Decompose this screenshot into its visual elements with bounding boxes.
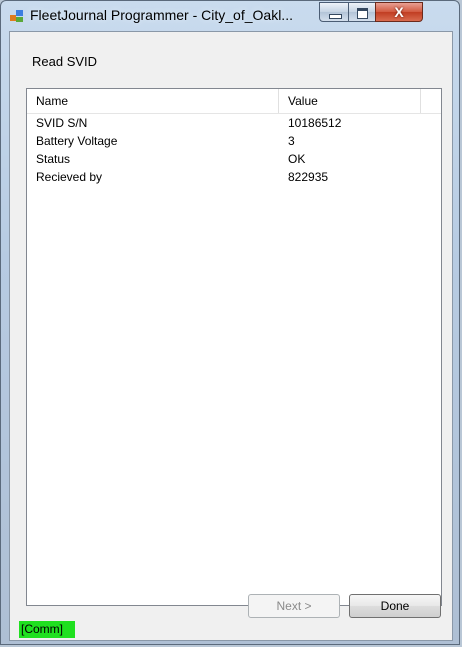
maximize-button[interactable] xyxy=(348,2,376,22)
next-button[interactable]: Next > xyxy=(248,594,340,618)
list-row[interactable]: Battery Voltage 3 xyxy=(27,132,441,150)
row-value: 3 xyxy=(288,134,295,148)
minimize-button[interactable] xyxy=(319,2,349,22)
done-button[interactable]: Done xyxy=(349,594,441,618)
close-icon: X xyxy=(394,4,404,20)
row-value: 822935 xyxy=(288,170,329,184)
svid-list-view[interactable]: Name Value SVID S/N 10186512 Battery Vol… xyxy=(26,88,442,606)
app-icon xyxy=(10,10,23,22)
row-value: OK xyxy=(288,152,306,166)
column-header-value[interactable]: Value xyxy=(279,89,421,113)
minimize-icon xyxy=(329,14,342,19)
column-header-name[interactable]: Name xyxy=(27,89,279,113)
close-button[interactable]: X xyxy=(375,2,423,22)
maximize-icon xyxy=(357,8,368,19)
list-row[interactable]: Recieved by 822935 xyxy=(27,168,441,186)
row-name: Status xyxy=(36,152,71,166)
list-header: Name Value xyxy=(27,89,441,114)
row-value: 10186512 xyxy=(288,116,342,130)
column-header-filler xyxy=(421,89,441,113)
list-row[interactable]: SVID S/N 10186512 xyxy=(27,114,441,132)
comm-status-indicator: [Comm] xyxy=(19,621,75,638)
application-window: FleetJournal Programmer - City_of_Oakl..… xyxy=(0,0,460,645)
page-title: Read SVID xyxy=(32,54,98,69)
list-row[interactable]: Status OK xyxy=(27,150,441,168)
title-bar[interactable]: FleetJournal Programmer - City_of_Oakl..… xyxy=(1,1,459,31)
dialog-client-area: Read SVID Name Value SVID S/N 10186512 B… xyxy=(9,31,453,641)
caption-buttons: X xyxy=(319,2,455,24)
row-name: Battery Voltage xyxy=(36,134,118,148)
window-title: FleetJournal Programmer - City_of_Oakl..… xyxy=(30,7,293,23)
list-rows: SVID S/N 10186512 Battery Voltage 3 Stat… xyxy=(27,114,441,186)
row-name: Recieved by xyxy=(36,170,103,184)
row-name: SVID S/N xyxy=(36,116,88,130)
